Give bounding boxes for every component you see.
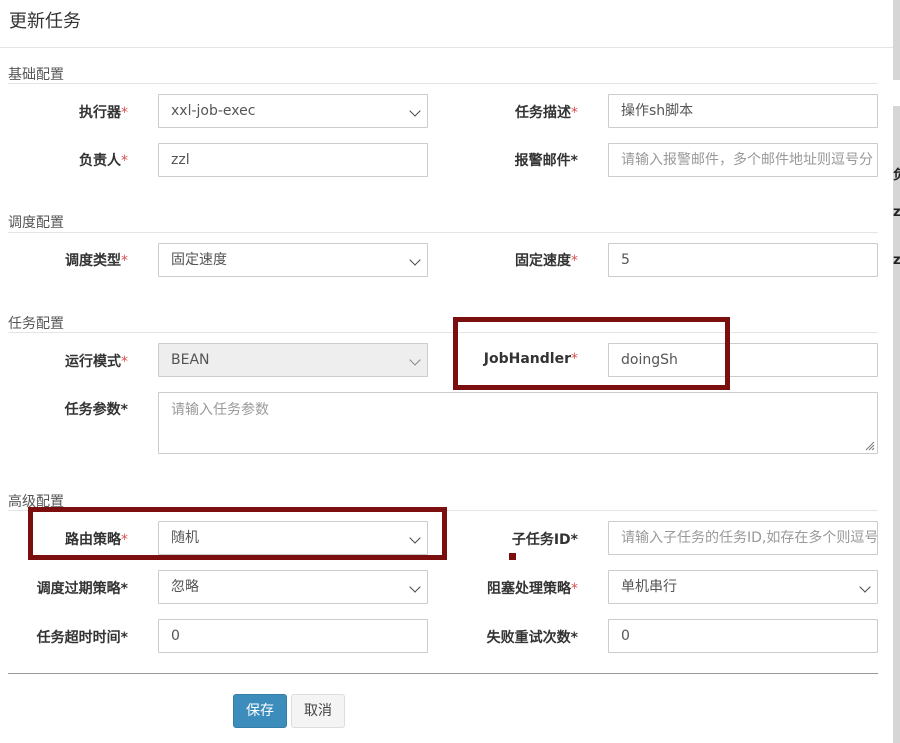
fixed-rate-label: 固定速度*	[515, 253, 578, 269]
job-param-textarea[interactable]: 请输入任务参数	[158, 392, 878, 454]
executor-select[interactable]: xxl-job-exec	[158, 94, 428, 128]
fail-retry-label: 失败重试次数*	[486, 630, 578, 646]
chevron-down-icon	[859, 581, 871, 593]
author-label: 负责人*	[79, 153, 128, 169]
run-mode-select[interactable]: BEAN	[158, 343, 428, 377]
section-title-job: 任务配置	[8, 316, 64, 332]
chevron-down-icon	[409, 581, 421, 593]
highlight-box-route-strategy	[28, 507, 447, 560]
section-divider	[8, 83, 878, 84]
misfire-strategy-label: 调度过期策略*	[36, 581, 128, 597]
block-strategy-select[interactable]: 单机串行	[608, 570, 878, 604]
highlight-box-jobhandler	[453, 317, 730, 390]
footer-divider	[8, 673, 878, 674]
block-strategy-label: 阻塞处理策略*	[487, 581, 578, 597]
background-text: z	[893, 205, 900, 220]
alarm-email-input[interactable]: 请输入报警邮件，多个邮件地址则逗号分	[608, 143, 878, 177]
child-job-id-label: 子任务ID*	[511, 532, 578, 548]
title-divider	[0, 47, 893, 48]
background-text: 负	[893, 168, 900, 183]
section-divider	[8, 332, 878, 333]
highlight-mark	[509, 553, 516, 560]
chevron-down-icon	[409, 254, 421, 266]
modal-title: 更新任务	[9, 11, 81, 32]
fixed-rate-input[interactable]: 5	[608, 243, 878, 277]
job-desc-label: 任务描述*	[515, 105, 578, 121]
timeout-label: 任务超时时间*	[36, 630, 128, 646]
cancel-button[interactable]: 取消	[291, 694, 345, 728]
misfire-strategy-select[interactable]: 忽略	[158, 570, 428, 604]
background-page: 负 z z	[893, 0, 900, 743]
section-title-schedule: 调度配置	[8, 215, 64, 231]
save-button[interactable]: 保存	[233, 694, 287, 728]
section-title-basic: 基础配置	[8, 67, 64, 83]
child-job-id-input[interactable]: 请输入子任务的任务ID,如存在多个则逗号	[608, 521, 878, 555]
alarm-email-label: 报警邮件*	[514, 153, 578, 169]
section-divider	[8, 232, 878, 233]
resize-handle-icon[interactable]	[863, 439, 875, 451]
background-bar	[893, 80, 900, 106]
job-desc-input[interactable]: 操作sh脚本	[608, 94, 878, 128]
job-param-label: 任务参数*	[64, 402, 128, 418]
run-mode-label: 运行模式*	[65, 354, 128, 370]
author-input[interactable]: zzl	[158, 143, 428, 177]
fail-retry-input[interactable]: 0	[608, 619, 878, 653]
chevron-down-icon	[409, 354, 421, 366]
timeout-input[interactable]: 0	[158, 619, 428, 653]
executor-label: 执行器*	[79, 105, 128, 121]
background-text: z	[893, 253, 900, 268]
schedule-type-select[interactable]: 固定速度	[158, 243, 428, 277]
chevron-down-icon	[409, 105, 421, 117]
schedule-type-label: 调度类型*	[65, 253, 128, 269]
